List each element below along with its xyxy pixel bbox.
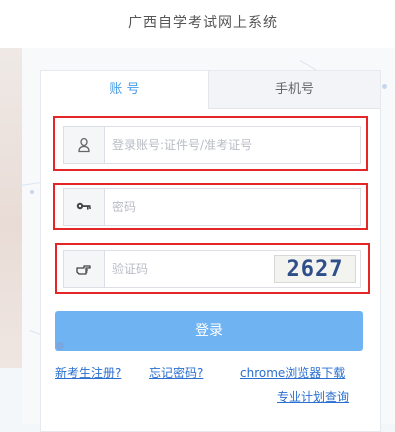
login-tabs: 账 号 手机号 <box>41 71 380 109</box>
password-field-group <box>63 188 361 226</box>
tab-account[interactable]: 账 号 <box>41 71 208 109</box>
decor-dot <box>56 342 64 350</box>
captcha-field-group: 2627 <box>63 250 361 288</box>
tab-phone[interactable]: 手机号 <box>208 71 380 109</box>
decor-dot <box>30 190 34 194</box>
captcha-image[interactable]: 2627 <box>274 255 356 283</box>
key-icon <box>64 189 105 225</box>
background-photo <box>0 48 22 368</box>
register-link[interactable]: 新考生注册? <box>55 364 121 381</box>
site-title: 广西自学考试网上系统 <box>128 15 278 31</box>
plan-query-link[interactable]: 专业计划查询 <box>277 388 349 405</box>
captcha-code: 2627 <box>286 256 344 282</box>
forgot-password-link[interactable]: 忘记密码? <box>149 364 203 381</box>
decor-dot <box>382 84 387 89</box>
user-icon <box>64 127 105 163</box>
username-input[interactable] <box>112 127 352 163</box>
chrome-download-link[interactable]: chrome浏览器下载 <box>240 364 345 381</box>
username-field-group <box>63 126 361 164</box>
captcha-input[interactable] <box>112 251 262 287</box>
login-button[interactable]: 登录 <box>55 311 363 351</box>
hand-pointer-icon <box>64 251 105 287</box>
password-input[interactable] <box>112 189 352 225</box>
page-header: 广西自学考试网上系统 <box>0 0 395 48</box>
